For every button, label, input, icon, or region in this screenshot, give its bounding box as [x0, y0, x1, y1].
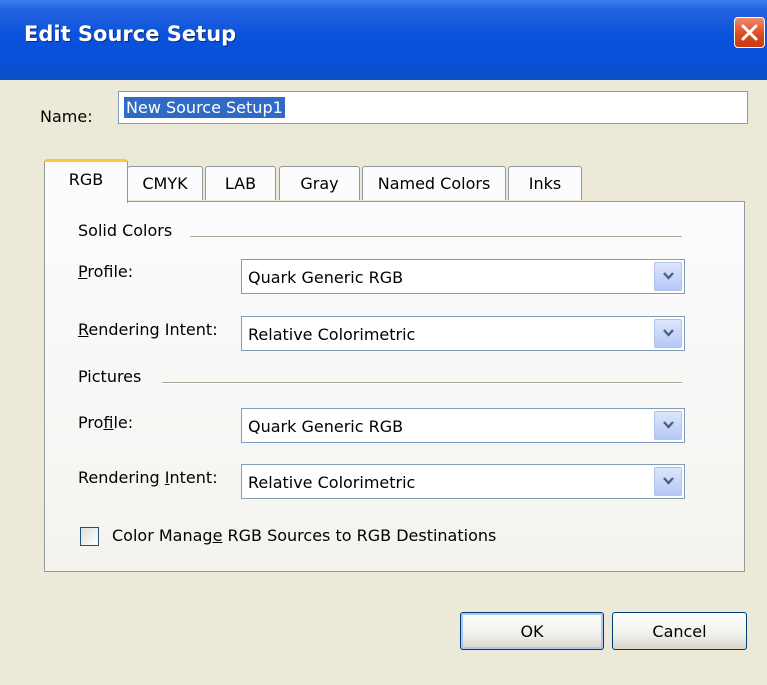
window-title: Edit Source Setup [24, 22, 237, 46]
pictures-profile-dropdown-button[interactable] [654, 411, 682, 440]
pictures-profile-label: Profile: [78, 413, 134, 432]
close-button[interactable] [734, 17, 765, 48]
solid-intent-select[interactable]: Relative Colorimetric [241, 316, 685, 351]
pictures-heading: Pictures [78, 367, 142, 386]
title-bar[interactable]: Edit Source Setup [0, 0, 767, 80]
tab-gray-label: Gray [300, 174, 339, 193]
ok-button-label: OK [520, 622, 544, 641]
cancel-button-label: Cancel [652, 622, 707, 641]
pictures-intent-dropdown-button[interactable] [654, 467, 682, 496]
chevron-down-icon [663, 421, 674, 429]
tab-rgb[interactable]: RGB [44, 159, 128, 203]
solid-colors-divider [190, 236, 682, 238]
pictures-intent-select[interactable]: Relative Colorimetric [241, 464, 685, 499]
tab-rgb-label: RGB [68, 170, 104, 189]
color-manage-label[interactable]: Color Manage RGB Sources to RGB Destinat… [112, 526, 496, 545]
solid-profile-dropdown-button[interactable] [654, 262, 682, 291]
name-input[interactable]: New Source Setup1 [118, 91, 748, 124]
tab-lab[interactable]: LAB [205, 166, 276, 200]
name-input-value: New Source Setup1 [124, 97, 285, 118]
pictures-profile-value: Quark Generic RGB [248, 417, 404, 436]
solid-profile-select[interactable]: Quark Generic RGB [241, 259, 685, 294]
solid-intent-dropdown-button[interactable] [654, 319, 682, 348]
solid-profile-value: Quark Generic RGB [248, 268, 404, 287]
tab-inks-label: Inks [528, 174, 562, 193]
solid-intent-label: Rendering Intent: [78, 320, 218, 339]
ok-button[interactable]: OK [460, 612, 604, 650]
chevron-down-icon [663, 477, 674, 485]
cancel-button[interactable]: Cancel [612, 612, 747, 650]
pictures-divider [162, 382, 682, 384]
tab-cmyk[interactable]: CMYK [127, 166, 203, 200]
color-manage-checkbox[interactable] [80, 527, 99, 546]
close-icon [741, 24, 758, 41]
tab-inks[interactable]: Inks [508, 166, 582, 200]
chevron-down-icon [663, 272, 674, 280]
edit-source-setup-dialog: Edit Source Setup Name: New Source Setup… [0, 0, 767, 685]
pictures-intent-value: Relative Colorimetric [248, 473, 416, 492]
solid-profile-label: Profile: [78, 262, 134, 281]
rgb-tab-panel [44, 201, 745, 572]
tab-named-colors[interactable]: Named Colors [362, 166, 506, 200]
tab-gray[interactable]: Gray [279, 166, 360, 200]
pictures-intent-label: Rendering Intent: [78, 468, 218, 487]
name-label: Name: [40, 107, 93, 126]
pictures-profile-select[interactable]: Quark Generic RGB [241, 408, 685, 443]
chevron-down-icon [663, 329, 674, 337]
solid-intent-value: Relative Colorimetric [248, 325, 416, 344]
tab-cmyk-label: CMYK [142, 174, 188, 193]
tab-lab-label: LAB [224, 174, 257, 193]
solid-colors-heading: Solid Colors [78, 221, 173, 240]
tab-named-colors-label: Named Colors [377, 174, 491, 193]
